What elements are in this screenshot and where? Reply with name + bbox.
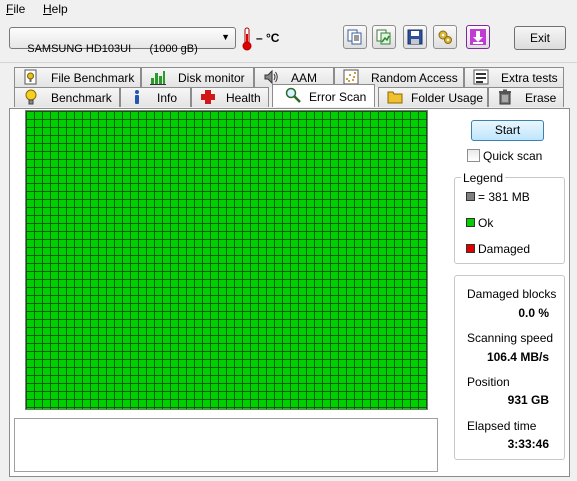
tab-label: Random Access <box>371 71 458 85</box>
scan-log-box[interactable] <box>14 418 438 472</box>
tab-erase[interactable]: Erase <box>488 87 564 107</box>
legend-ok-swatch <box>466 218 475 227</box>
scanning-speed-label: Scanning speed <box>467 331 554 345</box>
file-benchmark-icon <box>24 69 37 85</box>
magnifier-icon <box>285 87 301 103</box>
menu-help[interactable]: Help <box>43 2 68 16</box>
menu-bar: File Help <box>0 0 577 19</box>
speaker-icon <box>264 69 278 85</box>
start-button[interactable]: Start <box>471 120 544 141</box>
folder-icon <box>387 91 403 104</box>
tab-extra-tests[interactable]: Extra tests <box>464 67 564 87</box>
tab-folder-usage[interactable]: Folder Usage <box>378 87 488 107</box>
tab-label: AAM <box>291 71 318 85</box>
save-icon <box>407 29 423 45</box>
menu-file[interactable]: File <box>6 2 25 16</box>
legend-ok-label: Ok <box>478 216 494 230</box>
tab-label: File Benchmark <box>51 71 135 85</box>
damaged-blocks-value: 0.0 % <box>518 306 549 320</box>
options-icon <box>438 30 452 44</box>
position-label: Position <box>467 375 510 389</box>
tab-error-scan[interactable]: Error Scan <box>272 84 375 107</box>
tab-label: Info <box>157 91 178 105</box>
tab-label: Extra tests <box>501 71 558 85</box>
quick-scan-label[interactable]: Quick scan <box>483 149 542 163</box>
tab-label: Health <box>226 91 261 105</box>
info-icon <box>135 90 139 104</box>
tab-label: Disk monitor <box>178 71 245 85</box>
thermometer-icon <box>242 27 252 51</box>
legend-block-swatch <box>466 192 475 201</box>
tab-label: Benchmark <box>51 91 112 105</box>
scatter-icon <box>343 69 359 85</box>
tab-health[interactable]: Health <box>191 87 269 107</box>
quick-scan-checkbox[interactable] <box>467 149 480 162</box>
legend-block-size: = 381 MB <box>478 190 530 204</box>
save-button[interactable] <box>403 25 427 49</box>
copy-image-button[interactable] <box>372 25 396 49</box>
tab-info[interactable]: Info <box>120 87 191 107</box>
health-cross-icon <box>201 90 215 104</box>
drive-select[interactable]: SAMSUNG HD103UI (1000 gB) ▼ <box>9 27 236 55</box>
elapsed-time-label: Elapsed time <box>467 419 537 433</box>
legend-damaged-label: Damaged <box>478 242 531 256</box>
options-button[interactable] <box>433 25 457 49</box>
temperature-readout: – °C <box>256 31 280 45</box>
tab-label: Erase <box>525 91 557 105</box>
damaged-blocks-label: Damaged blocks <box>467 287 557 301</box>
scanning-speed-value: 106.4 MB/s <box>486 350 549 364</box>
tab-benchmark[interactable]: Benchmark <box>14 87 120 107</box>
download-icon <box>470 29 486 45</box>
legend-title: Legend <box>461 171 506 185</box>
extra-tests-icon <box>473 69 489 85</box>
legend-damaged-swatch <box>466 244 475 253</box>
exit-button[interactable]: Exit <box>514 26 566 50</box>
copy-image-icon <box>376 29 391 45</box>
copy-text-button[interactable] <box>343 25 367 49</box>
tab-disk-monitor[interactable]: Disk monitor <box>141 67 254 87</box>
toolbar: SAMSUNG HD103UI (1000 gB) ▼ – °C Exit <box>0 19 577 63</box>
tab-label: Error Scan <box>309 90 367 104</box>
trash-icon <box>499 89 511 105</box>
drive-select-value: SAMSUNG HD103UI (1000 gB) <box>27 43 198 55</box>
lightbulb-icon <box>25 89 37 105</box>
chevron-down-icon: ▼ <box>221 32 230 42</box>
tab-label: Folder Usage <box>411 91 484 105</box>
bar-chart-icon <box>150 71 166 85</box>
scan-block-grid <box>25 110 428 410</box>
copy-text-icon <box>347 29 362 45</box>
tab-file-benchmark[interactable]: File Benchmark <box>14 67 141 87</box>
elapsed-time-value: 3:33:46 <box>507 437 549 451</box>
download-button[interactable] <box>466 25 490 49</box>
position-value: 931 GB <box>507 393 549 407</box>
